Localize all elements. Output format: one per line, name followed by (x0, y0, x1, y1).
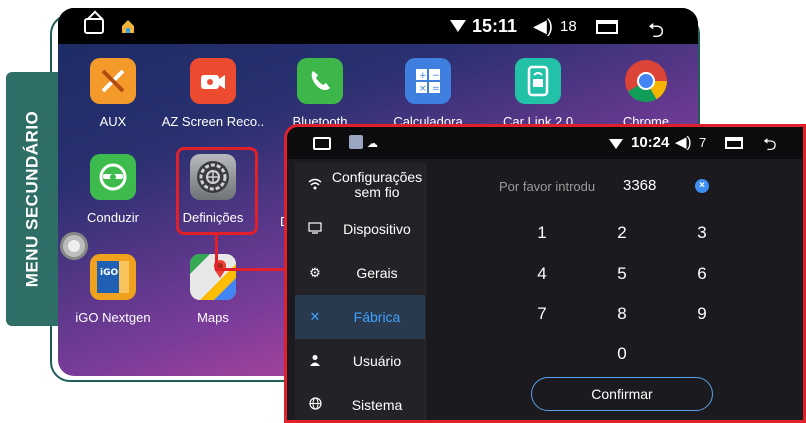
app-igo-nextgen[interactable]: iGO iGO Nextgen (58, 254, 168, 325)
divider (425, 163, 426, 420)
keypad-key[interactable]: 3 (687, 223, 717, 243)
password-input-placeholder[interactable]: Por favor introdu (499, 179, 599, 194)
steering-wheel-icon (90, 154, 136, 200)
clear-icon[interactable]: × (695, 179, 709, 193)
menu-item-label: Usuário (352, 353, 402, 369)
menu-item-dispositivo[interactable]: Dispositivo (295, 207, 425, 251)
connector-line (215, 235, 218, 271)
app-aux[interactable]: AUX (58, 58, 168, 129)
menu-item-label: Fábrica (353, 309, 401, 325)
menu-item-wireless[interactable]: Configurações sem fio (295, 163, 425, 207)
car-link-icon (515, 58, 561, 104)
svg-text:+: + (419, 71, 427, 81)
menu-item-usuario[interactable]: Usuário (295, 339, 425, 383)
app-conduzir[interactable]: Conduzir (58, 154, 168, 225)
app-maps[interactable]: Maps (158, 254, 268, 325)
keypad-key[interactable]: 5 (607, 264, 637, 284)
menu-item-label: Configurações sem fio (331, 169, 423, 200)
svg-text:×: × (419, 84, 427, 94)
menu-item-fabrica[interactable]: ✕ Fábrica (295, 295, 425, 339)
app-label: AZ Screen Reco.. (161, 114, 265, 129)
side-tab: MENU SECUNDÁRIO (6, 72, 58, 326)
gear-icon: ⚙ (309, 265, 321, 280)
keypad-key[interactable]: 9 (687, 304, 717, 324)
keypad-key[interactable]: 2 (607, 223, 637, 243)
home-icon[interactable] (84, 18, 104, 34)
assistive-touch-button[interactable] (60, 232, 88, 260)
keypad-key[interactable]: 4 (527, 264, 557, 284)
menu-item-label: Gerais (356, 265, 398, 281)
aux-icon (90, 58, 136, 104)
confirm-button[interactable]: Confirmar (531, 377, 713, 411)
keypad-key[interactable]: 8 (607, 304, 637, 324)
app-label: Conduzir (86, 210, 140, 225)
image-notification-icon (349, 135, 363, 149)
password-input[interactable]: 3368 (623, 177, 656, 194)
status-time: 10:24 (631, 134, 670, 151)
app-label: AUX (99, 114, 127, 129)
settings-screen: ☁ 10:24 ◀) 7 ⮌ Configurações sem fio Dis… (284, 124, 806, 423)
recent-apps-icon[interactable] (596, 20, 618, 34)
side-tab-label: MENU SECUNDÁRIO (22, 110, 41, 288)
highlight-box (176, 147, 258, 235)
app-az-screen-recorder[interactable]: AZ Screen Reco.. (158, 58, 268, 129)
app-chrome[interactable]: Chrome (591, 58, 698, 129)
volume-icon[interactable]: ◀) (533, 16, 553, 37)
keypad-key[interactable]: 1 (527, 223, 557, 243)
connector-line (215, 268, 287, 271)
recent-apps-icon[interactable] (725, 137, 743, 149)
house-app-icon[interactable] (120, 18, 136, 34)
wifi-icon (301, 178, 329, 193)
keypad-key[interactable]: 6 (687, 264, 717, 284)
app-car-link[interactable]: Car Link 2.0 (483, 58, 593, 129)
status-bar: ☁ 10:24 ◀) 7 ⮌ (287, 127, 803, 159)
volume-icon[interactable]: ◀) (675, 133, 692, 151)
menu-item-label: Sistema (351, 397, 403, 413)
stage: MENU SECUNDÁRIO 15:11 ◀) 18 ⮌ AUX AZ Scr… (0, 0, 806, 423)
device-icon (301, 221, 329, 237)
menu-item-gerais[interactable]: ⚙ Gerais (295, 251, 425, 295)
chrome-icon (623, 58, 669, 104)
wifi-icon (609, 139, 623, 149)
app-label: iGO Nextgen (75, 310, 151, 325)
svg-text:iGO: iGO (100, 268, 118, 278)
status-time: 15:11 (472, 16, 518, 36)
app-label: Maps (197, 310, 229, 325)
phone-icon (297, 58, 343, 104)
user-icon (301, 354, 329, 369)
volume-level: 18 (560, 18, 577, 35)
menu-item-sistema[interactable]: Sistema (295, 383, 425, 420)
app-bluetooth[interactable]: Bluetooth (265, 58, 375, 129)
app-calculadora[interactable]: + − × = Calculadora (373, 58, 483, 129)
svg-text:−: − (432, 71, 440, 81)
svg-text:=: = (432, 84, 440, 94)
settings-menu: Configurações sem fio Dispositivo ⚙ Gera… (295, 163, 425, 420)
back-icon[interactable]: ⮌ (763, 132, 777, 161)
calculator-icon: + − × = (405, 58, 451, 104)
status-bar: 15:11 ◀) 18 ⮌ (58, 8, 698, 44)
keypad-key[interactable]: 0 (607, 344, 637, 364)
maps-icon (190, 254, 236, 300)
home-icon[interactable] (313, 137, 331, 150)
tools-icon: ✕ (309, 309, 321, 324)
camera-record-icon (190, 58, 236, 104)
menu-item-label: Dispositivo (343, 221, 411, 237)
keypad-key[interactable]: 7 (527, 304, 557, 324)
volume-level: 7 (699, 135, 707, 150)
cloud-icon: ☁ (367, 138, 378, 150)
igo-icon: iGO (90, 254, 136, 300)
wifi-icon (450, 20, 466, 32)
globe-icon (301, 397, 329, 413)
back-icon[interactable]: ⮌ (648, 16, 664, 50)
